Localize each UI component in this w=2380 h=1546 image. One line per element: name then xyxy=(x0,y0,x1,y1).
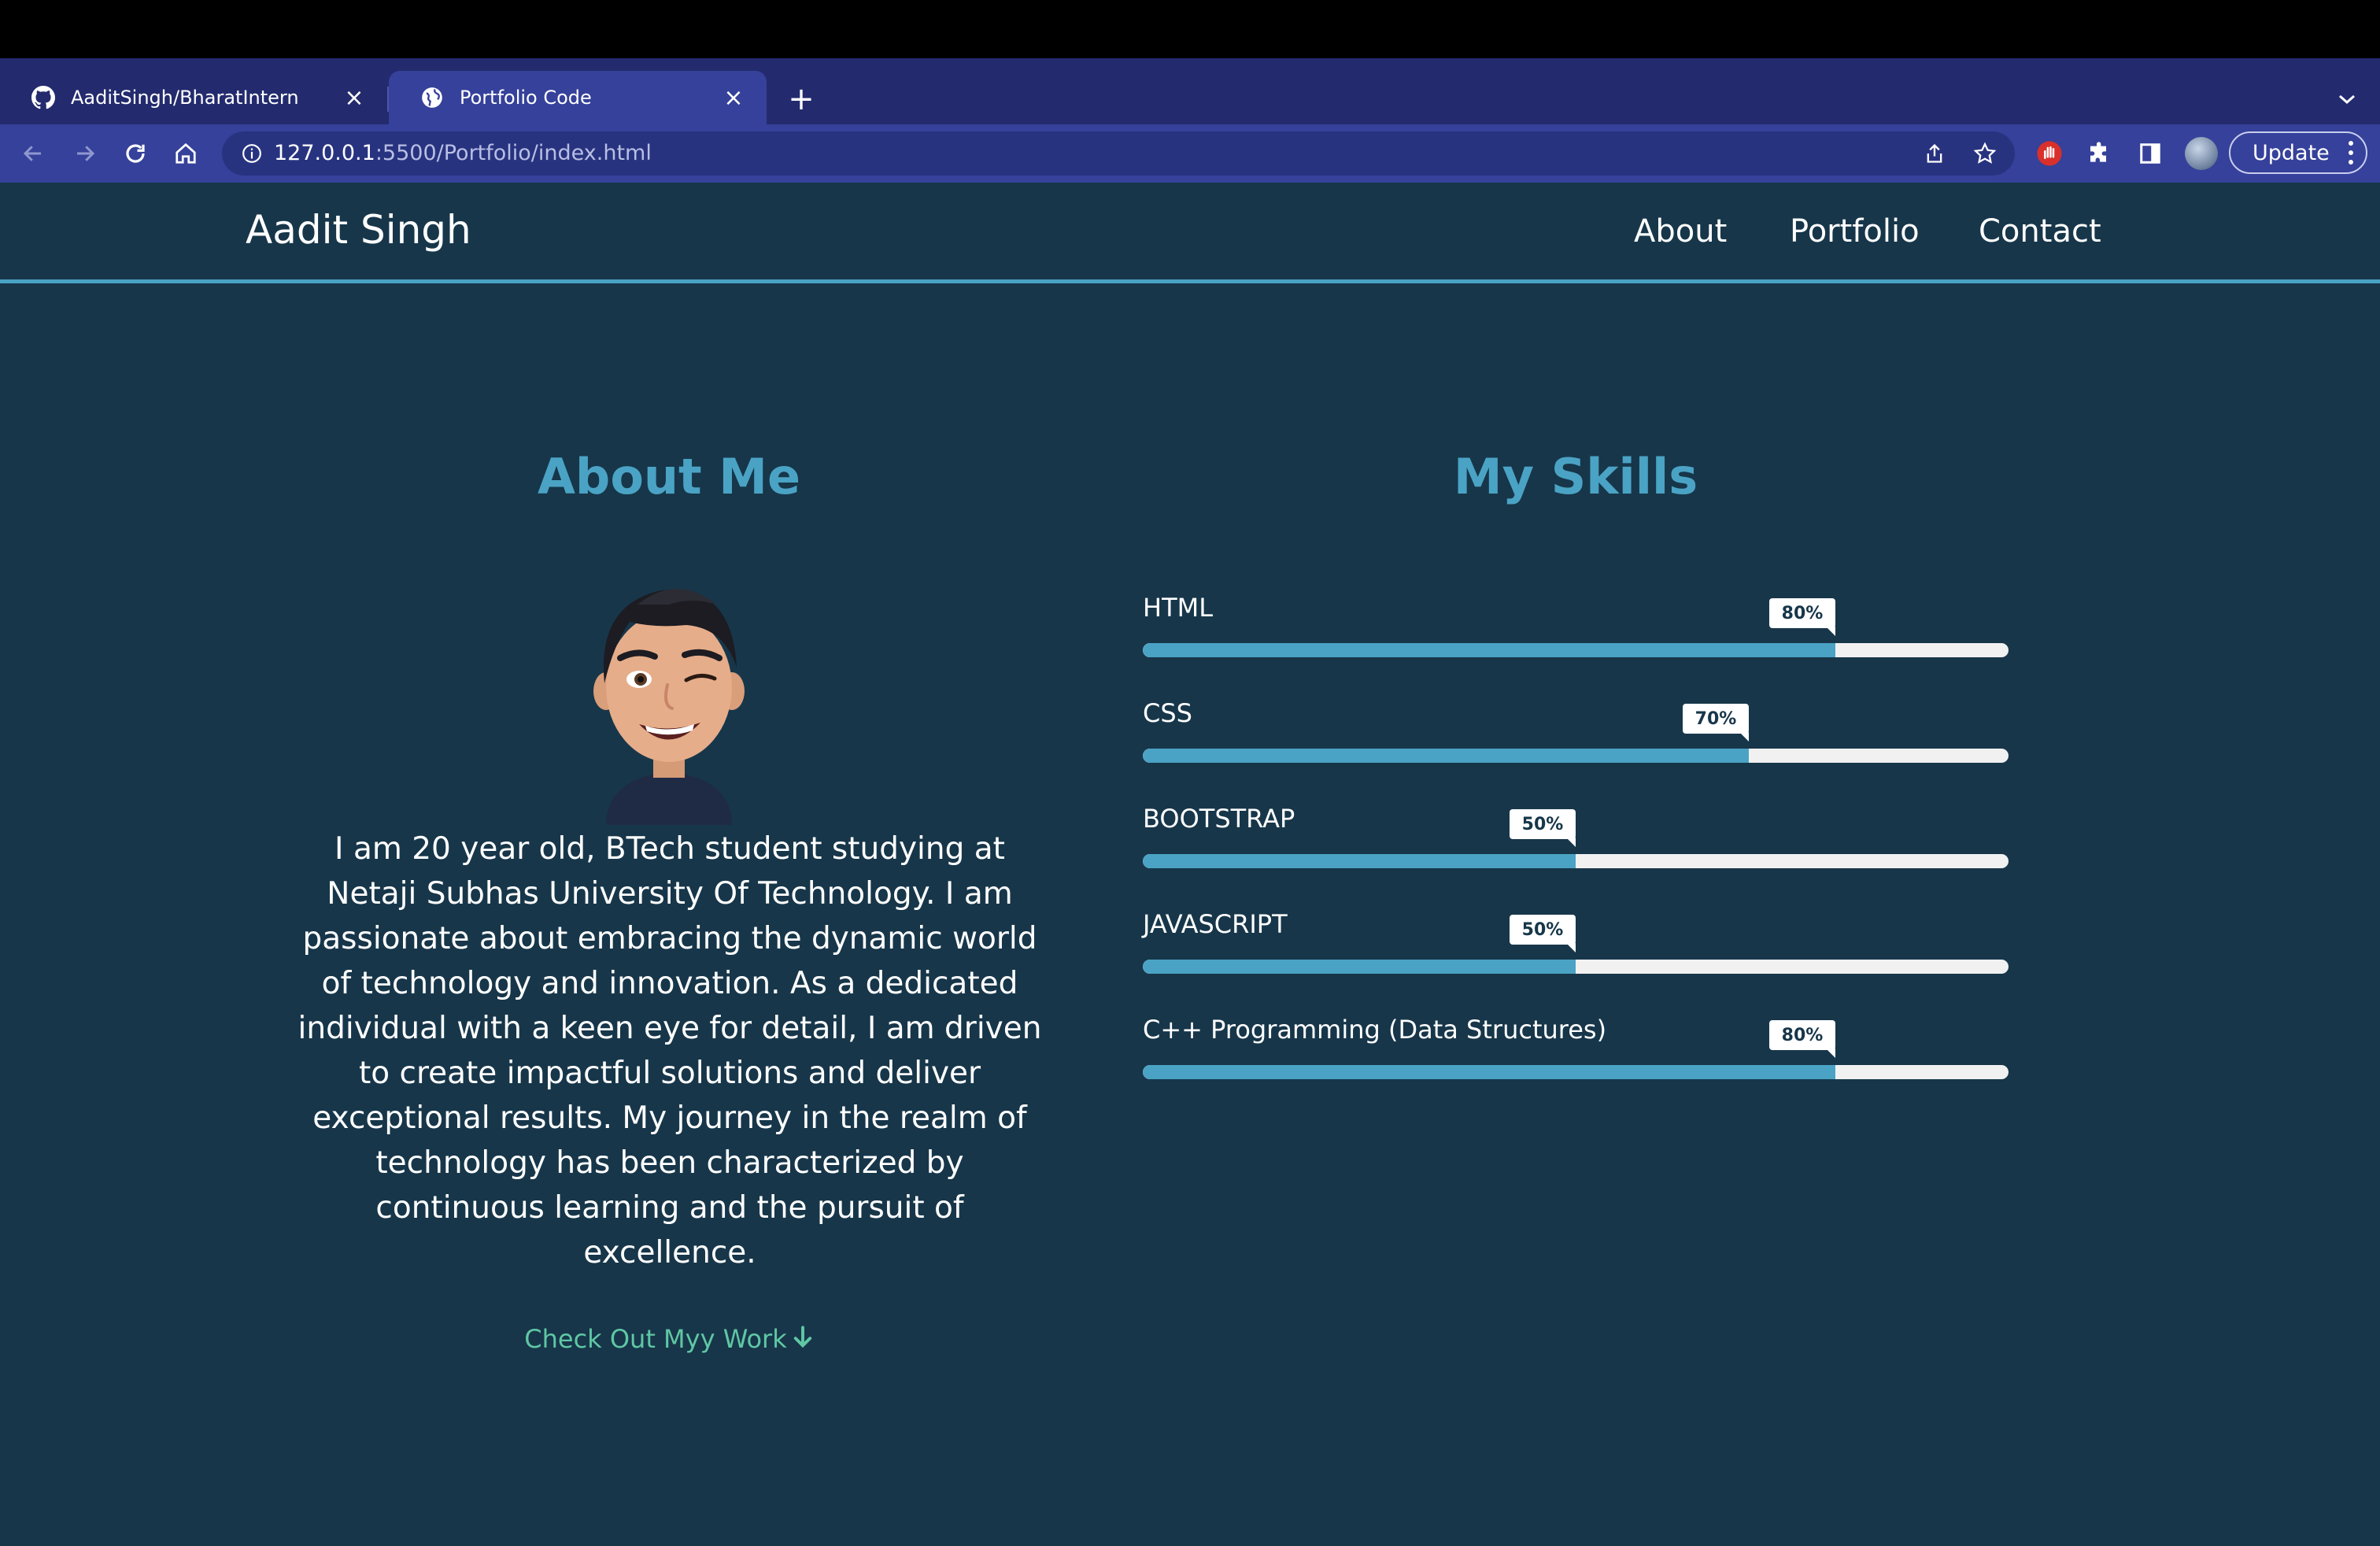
skills-title: My Skills xyxy=(1453,448,1698,505)
skill-percent-badge: 70% xyxy=(1683,704,1749,742)
update-label: Update xyxy=(2252,140,2330,165)
info-icon[interactable] xyxy=(239,141,264,166)
skill-progress-track xyxy=(1143,749,2009,763)
share-icon[interactable] xyxy=(1917,136,1952,171)
tab-title: AaditSingh/BharatIntern xyxy=(71,87,299,109)
skill-item: JAVASCRIPT 50% xyxy=(1143,908,2009,1014)
skills-list: HTML 80% CSS 70% BOOTSTRAP 50% JAVASCRIP… xyxy=(1143,592,2009,1119)
home-icon[interactable] xyxy=(168,136,203,171)
skill-item: CSS 70% xyxy=(1143,697,2009,803)
nav-link-portfolio[interactable]: Portfolio xyxy=(1790,213,1920,250)
arrow-down-icon xyxy=(792,1326,814,1356)
url-host: 127.0.0.1 xyxy=(274,141,375,165)
skill-item: HTML 80% xyxy=(1143,592,2009,697)
globe-icon xyxy=(420,86,444,109)
tab-portfolio[interactable]: Portfolio Code × xyxy=(389,71,767,124)
about-title: About Me xyxy=(537,448,801,505)
skill-name: BOOTSTRAP xyxy=(1143,804,1295,834)
address-bar[interactable]: 127.0.0.1:5500/Portfolio/index.html xyxy=(222,131,2015,176)
close-icon[interactable]: × xyxy=(719,83,748,112)
more-icon xyxy=(2347,141,2355,165)
new-tab-icon[interactable]: + xyxy=(784,81,819,117)
skill-progress-track xyxy=(1143,1065,2009,1079)
check-work-label: Check Out Myy Work xyxy=(524,1324,787,1354)
check-work-link[interactable]: Check Out Myy Work xyxy=(524,1324,813,1354)
update-button[interactable]: Update xyxy=(2229,131,2367,174)
skill-progress-fill xyxy=(1143,1065,1835,1079)
skill-progress-fill xyxy=(1143,643,1835,657)
skill-name: HTML xyxy=(1143,593,1214,623)
cta-container: Check Out Myy Work xyxy=(0,1324,1338,1356)
skill-item: BOOTSTRAP 50% xyxy=(1143,803,2009,908)
os-top-bar xyxy=(0,0,2380,58)
profile-avatar[interactable] xyxy=(2185,137,2218,170)
chevron-down-icon[interactable] xyxy=(2330,82,2364,117)
forward-icon[interactable] xyxy=(68,136,102,171)
close-icon[interactable]: × xyxy=(340,83,368,112)
skill-progress-fill xyxy=(1143,854,1576,868)
nav-link-contact[interactable]: Contact xyxy=(1979,213,2101,250)
skill-progress-fill xyxy=(1143,749,1749,763)
github-icon xyxy=(31,86,55,109)
profile-avatar-image xyxy=(582,573,756,825)
url-path: :5500/Portfolio/index.html xyxy=(375,141,652,165)
skill-progress-track xyxy=(1143,960,2009,974)
site-navbar: Aadit Singh About Portfolio Contact xyxy=(0,183,2380,283)
skill-percent-badge: 80% xyxy=(1769,1020,1835,1058)
site-brand[interactable]: Aadit Singh xyxy=(246,206,471,253)
side-panel-icon[interactable] xyxy=(2133,136,2168,171)
puzzle-icon[interactable] xyxy=(2082,136,2117,171)
skill-progress-track xyxy=(1143,854,2009,868)
skill-item: C++ Programming (Data Structures) 80% xyxy=(1143,1014,2009,1119)
skill-name: C++ Programming (Data Structures) xyxy=(1143,1015,1607,1045)
browser-toolbar: 127.0.0.1:5500/Portfolio/index.html Upda… xyxy=(0,124,2380,183)
back-icon[interactable] xyxy=(16,136,50,171)
skill-percent-badge: 50% xyxy=(1510,809,1576,847)
skill-name: JAVASCRIPT xyxy=(1143,909,1288,939)
skill-percent-badge: 50% xyxy=(1510,915,1576,952)
skill-name: CSS xyxy=(1143,698,1192,728)
tab-github[interactable]: AaditSingh/BharatIntern × xyxy=(0,71,387,124)
skill-progress-track xyxy=(1143,643,2009,657)
nav-link-about[interactable]: About xyxy=(1634,213,1727,250)
reload-icon[interactable] xyxy=(118,136,153,171)
skill-progress-fill xyxy=(1143,960,1576,974)
tab-title: Portfolio Code xyxy=(460,87,592,109)
skill-percent-badge: 80% xyxy=(1769,598,1835,636)
tab-strip: AaditSingh/BharatIntern × Portfolio Code… xyxy=(0,58,2380,124)
star-icon[interactable] xyxy=(1968,136,2002,171)
url-text: 127.0.0.1:5500/Portfolio/index.html xyxy=(274,131,652,176)
extension-hand-icon[interactable] xyxy=(2032,136,2067,171)
about-paragraph: I am 20 year old, BTech student studying… xyxy=(298,831,1042,1270)
